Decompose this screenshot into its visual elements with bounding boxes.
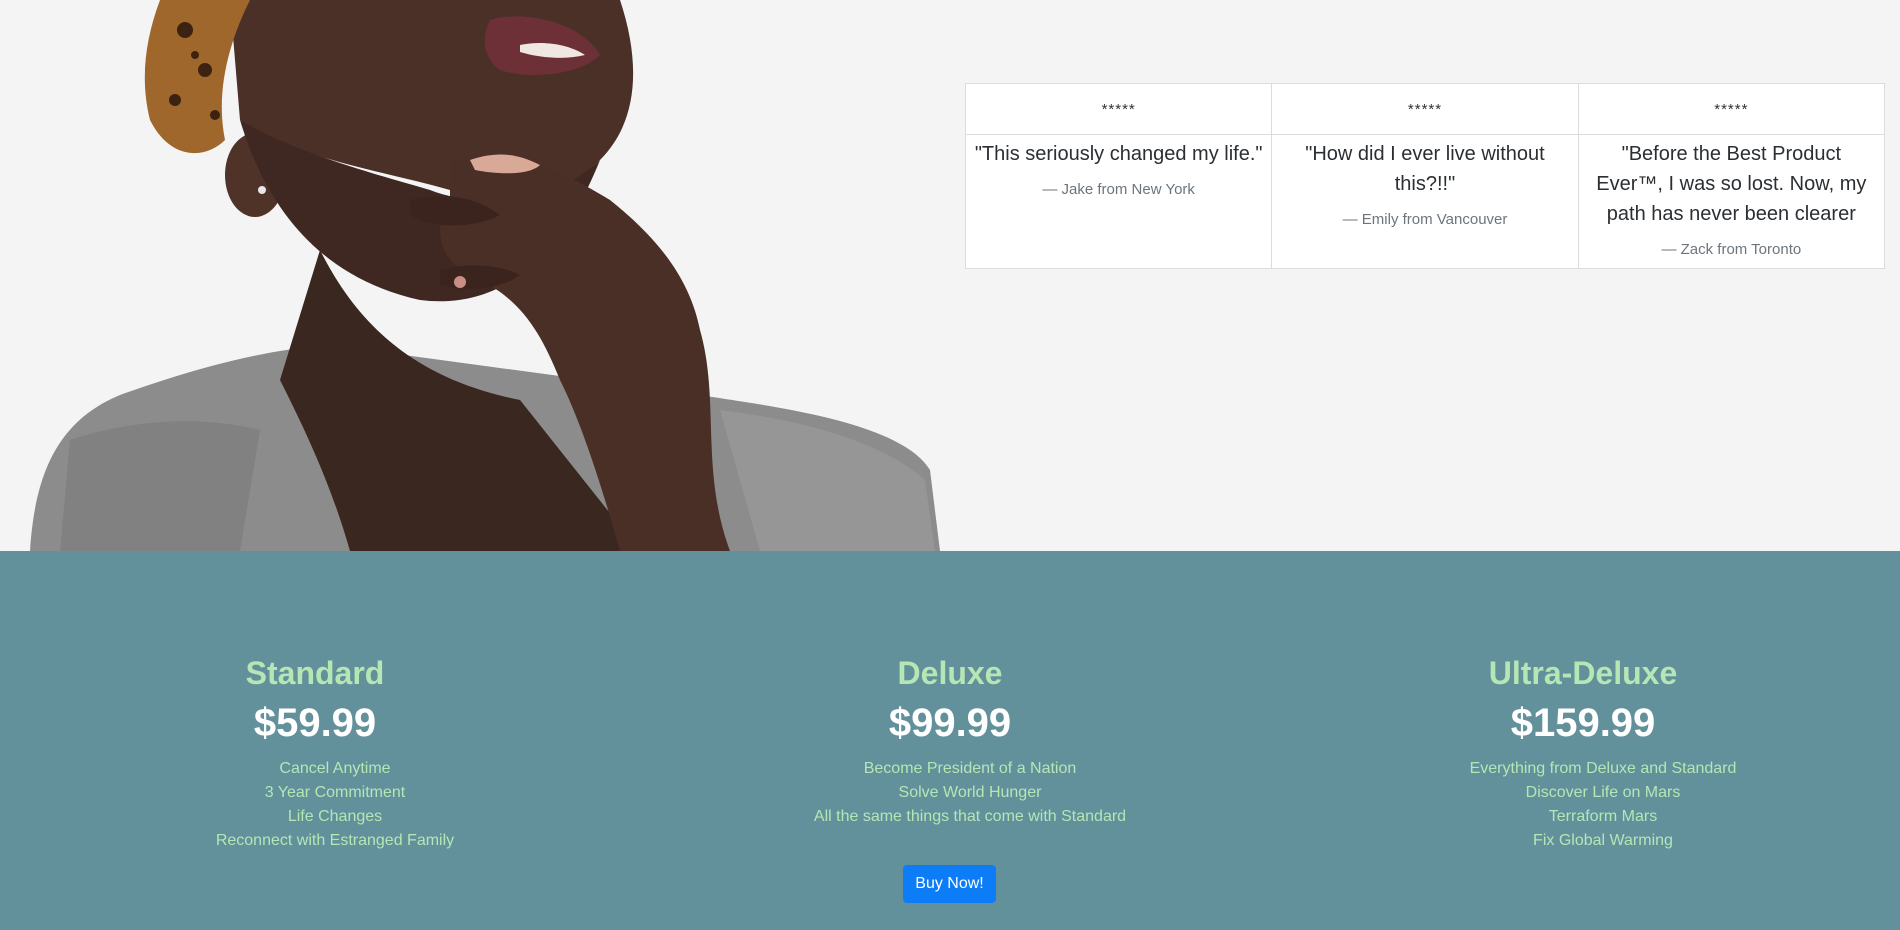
feature-item: Cancel Anytime — [279, 760, 391, 777]
ratings-row: ***** ***** ***** — [964, 83, 1886, 135]
plan-features: Become President of a Nation Solve World… — [770, 757, 1170, 829]
testimonials-table: ***** ***** ***** "This seriously change… — [964, 83, 1886, 269]
feature-item: Reconnect with Estranged Family — [215, 832, 455, 849]
feature-item: Solve World Hunger — [898, 784, 1042, 801]
testimonial-author: — Jake from New York — [1042, 181, 1195, 198]
feature-item: Fix Global Warming — [1533, 832, 1673, 849]
feature-item: Terraform Mars — [1548, 808, 1658, 825]
hero-section: ***** ***** ***** "This seriously change… — [0, 0, 1900, 551]
feature-item: Life Changes — [287, 808, 383, 825]
testimonial-author: — Emily from Vancouver — [1342, 211, 1508, 228]
plan-standard: Standard $59.99 Cancel Anytime 3 Year Co… — [135, 651, 535, 853]
plan-features: Cancel Anytime 3 Year Commitment Life Ch… — [135, 757, 535, 853]
feature-item: Everything from Deluxe and Standard — [1469, 760, 1737, 777]
testimonial-quote: "Before the Best Product Ever™, I was so… — [1596, 143, 1867, 225]
plan-price: $99.99 — [888, 701, 1012, 745]
feature-item: 3 Year Commitment — [264, 784, 406, 801]
feature-item: All the same things that come with Stand… — [813, 808, 1127, 825]
rating-stars: ***** — [1271, 83, 1579, 135]
testimonial-quote: "This seriously changed my life." — [974, 143, 1263, 165]
feature-item: Discover Life on Mars — [1525, 784, 1681, 801]
buy-now-button[interactable]: Buy Now! — [903, 865, 996, 903]
testimonial-quote: "How did I ever live without this?!!" — [1305, 143, 1545, 195]
plan-deluxe: Deluxe $99.99 Become President of a Nati… — [770, 651, 1170, 829]
plan-price: $159.99 — [1510, 701, 1656, 745]
testimonial-cell: "How did I ever live without this?!!" — … — [1271, 134, 1579, 269]
woman-portrait-photo — [30, 0, 940, 551]
feature-item: Become President of a Nation — [863, 760, 1077, 777]
rating-stars: ***** — [1577, 83, 1886, 135]
plan-features: Everything from Deluxe and Standard Disc… — [1403, 757, 1803, 853]
testimonial-cell: "This seriously changed my life." — Jake… — [964, 134, 1273, 269]
quotes-row: "This seriously changed my life." — Jake… — [964, 134, 1886, 269]
testimonial-cell: "Before the Best Product Ever™, I was so… — [1577, 134, 1886, 269]
plan-name: Deluxe — [897, 655, 1003, 691]
plan-ultra-deluxe: Ultra-Deluxe $159.99 Everything from Del… — [1403, 651, 1803, 853]
plan-price: $59.99 — [253, 701, 377, 745]
testimonial-author: — Zack from Toronto — [1661, 241, 1802, 258]
plan-name: Ultra-Deluxe — [1488, 655, 1678, 691]
rating-stars: ***** — [964, 83, 1273, 135]
plan-name: Standard — [245, 655, 385, 691]
